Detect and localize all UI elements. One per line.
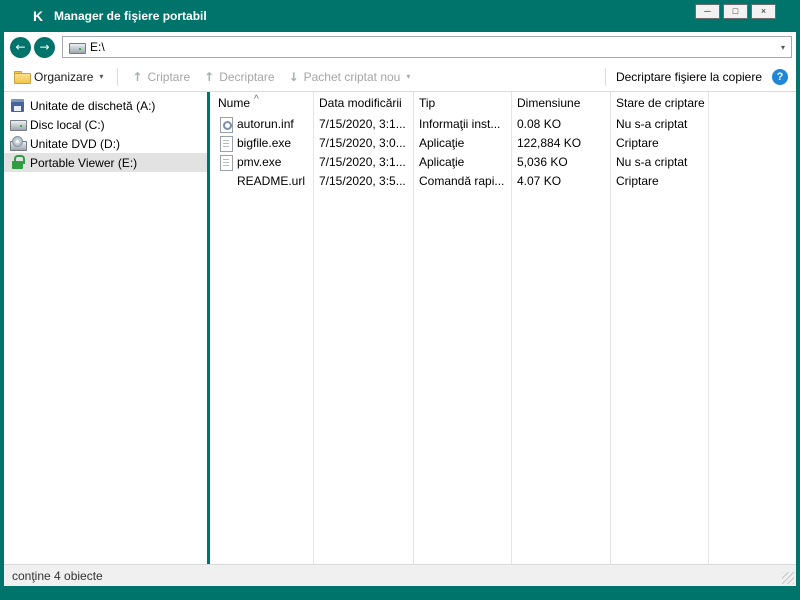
file-list: ^ Nume Data modificării Tip Dimensiune S… xyxy=(210,92,796,564)
file-type: Aplicaţie xyxy=(419,136,465,150)
encrypt-arrow-icon: ↑ xyxy=(132,69,143,84)
file-encryption-status: Criptare xyxy=(616,136,659,150)
file-type: Informaţii inst... xyxy=(419,117,501,131)
file-modified: 7/15/2020, 3:1... xyxy=(319,117,406,131)
dvd-drive-icon xyxy=(10,136,27,151)
hard-drive-icon xyxy=(10,117,27,132)
resize-grip[interactable] xyxy=(782,572,794,584)
maximize-button[interactable]: □ xyxy=(723,4,748,19)
new-encrypted-package-label: Pachet criptat nou xyxy=(303,69,401,84)
portable-file-manager-window: K Manager de fişiere portabil ─ □ × ← → … xyxy=(0,0,800,600)
toolbar-separator xyxy=(117,67,119,86)
chevron-down-icon: ▾ xyxy=(99,72,104,81)
navigation-bar: ← → E:\ ▾ xyxy=(4,32,796,62)
sidebar-item-label: Unitate DVD (D:) xyxy=(30,136,121,151)
decrypt-label: Decriptare xyxy=(219,69,275,84)
client-area: ← → E:\ ▾ Organizare ▾ ↑ Criptare ↑ Decr… xyxy=(4,32,796,586)
file-cell-empty xyxy=(708,153,796,172)
window-controls: ─ □ × xyxy=(695,4,776,19)
kaspersky-logo-icon: K xyxy=(32,8,44,24)
title-bar: K Manager de fişiere portabil ─ □ × xyxy=(0,0,800,32)
column-header-encryption-status[interactable]: Stare de criptare xyxy=(610,92,708,115)
file-name: README.url xyxy=(237,174,306,188)
file-encryption-status: Nu s-a criptat xyxy=(616,117,688,131)
status-bar: conţine 4 obiecte xyxy=(4,564,796,586)
column-divider xyxy=(708,92,709,564)
sidebar-item-local-disk-c[interactable]: Disc local (C:) xyxy=(4,115,207,134)
column-header-modified[interactable]: Data modificării xyxy=(313,92,413,115)
chevron-down-icon: ▾ xyxy=(406,72,411,81)
file-size: 4.07 KO xyxy=(517,174,562,188)
file-modified: 7/15/2020, 3:5... xyxy=(319,174,406,188)
minimize-button[interactable]: ─ xyxy=(695,4,720,19)
sidebar-item-label: Unitate de dischetă (A:) xyxy=(30,98,156,113)
file-encryption-status: Nu s-a criptat xyxy=(616,155,688,169)
column-divider xyxy=(511,92,512,564)
file-modified: 7/15/2020, 3:0... xyxy=(319,136,406,150)
file-size: 0.08 KO xyxy=(517,117,562,131)
encrypt-button[interactable]: ↑ Criptare xyxy=(132,70,190,84)
sort-ascending-icon: ^ xyxy=(254,94,259,105)
sidebar-item-portable-viewer-e[interactable]: Portable Viewer (E:) xyxy=(4,153,207,172)
file-cell-empty xyxy=(708,172,796,191)
file-type: Comandă rapi... xyxy=(419,174,505,188)
file-list-header: ^ Nume Data modificării Tip Dimensiune S… xyxy=(210,92,796,115)
file-name-cell: bigfile.exe xyxy=(210,134,313,153)
package-arrow-icon: ↓ xyxy=(288,69,299,84)
status-text: conţine 4 obiecte xyxy=(12,568,103,583)
main-panes: Unitate de dischetă (A:) Disc local (C:)… xyxy=(4,92,796,564)
folder-icon xyxy=(14,69,31,84)
column-header-size[interactable]: Dimensiune xyxy=(511,92,610,115)
file-cell-empty xyxy=(708,134,796,153)
file-icon xyxy=(218,155,233,171)
file-size: 5,036 KO xyxy=(517,155,568,169)
sidebar-item-floppy-a[interactable]: Unitate de dischetă (A:) xyxy=(4,96,207,115)
lock-icon xyxy=(10,155,25,170)
window-title: Manager de fişiere portabil xyxy=(54,9,207,23)
sidebar-item-label: Disc local (C:) xyxy=(30,117,105,132)
drive-tree-sidebar: Unitate de dischetă (A:) Disc local (C:)… xyxy=(4,92,207,564)
decrypt-button[interactable]: ↑ Decriptare xyxy=(204,70,274,84)
autorun-file-icon xyxy=(218,117,233,133)
sidebar-item-label: Portable Viewer (E:) xyxy=(30,155,138,170)
file-name-cell: README.url xyxy=(210,172,313,191)
file-name: autorun.inf xyxy=(237,117,294,131)
file-name-cell: pmv.exe xyxy=(210,153,313,172)
toolbar: Organizare ▾ ↑ Criptare ↑ Decriptare ↓ P… xyxy=(4,62,796,92)
new-encrypted-package-button[interactable]: ↓ Pachet criptat nou ▾ xyxy=(289,70,411,84)
file-encryption-status: Criptare xyxy=(616,174,659,188)
column-header-name[interactable]: ^ Nume xyxy=(210,92,313,115)
address-path: E:\ xyxy=(90,40,105,54)
column-divider xyxy=(413,92,414,564)
column-header-type[interactable]: Tip xyxy=(413,92,511,115)
drive-icon xyxy=(69,40,86,55)
column-header-label: Nume xyxy=(218,96,251,110)
file-size: 122,884 KO xyxy=(517,136,582,150)
floppy-drive-icon xyxy=(10,98,25,113)
back-button[interactable]: ← xyxy=(10,36,31,58)
toolbar-right-group: Decriptare fişiere la copiere ? xyxy=(604,67,788,86)
sidebar-item-dvd-d[interactable]: Unitate DVD (D:) xyxy=(4,134,207,153)
organize-button[interactable]: Organizare ▾ xyxy=(14,69,103,84)
file-cell-empty xyxy=(708,115,796,134)
encrypt-label: Criptare xyxy=(147,69,191,84)
file-type: Aplicaţie xyxy=(419,155,465,169)
file-name: pmv.exe xyxy=(237,155,282,169)
column-divider xyxy=(610,92,611,564)
address-bar[interactable]: E:\ ▾ xyxy=(62,36,792,58)
address-dropdown-icon[interactable]: ▾ xyxy=(781,43,785,52)
organize-label: Organizare xyxy=(34,69,94,84)
close-button[interactable]: × xyxy=(751,4,776,19)
column-header-empty xyxy=(708,92,796,115)
decrypt-arrow-icon: ↑ xyxy=(204,69,215,84)
file-name: bigfile.exe xyxy=(237,136,292,150)
forward-button[interactable]: → xyxy=(34,36,55,58)
file-name-cell: autorun.inf xyxy=(210,115,313,134)
decrypt-on-copy-toggle[interactable]: Decriptare fişiere la copiere xyxy=(616,70,762,84)
toolbar-separator xyxy=(604,67,606,86)
column-divider xyxy=(313,92,314,564)
help-icon[interactable]: ? xyxy=(772,68,788,85)
file-modified: 7/15/2020, 3:1... xyxy=(319,155,406,169)
file-icon xyxy=(218,136,233,152)
